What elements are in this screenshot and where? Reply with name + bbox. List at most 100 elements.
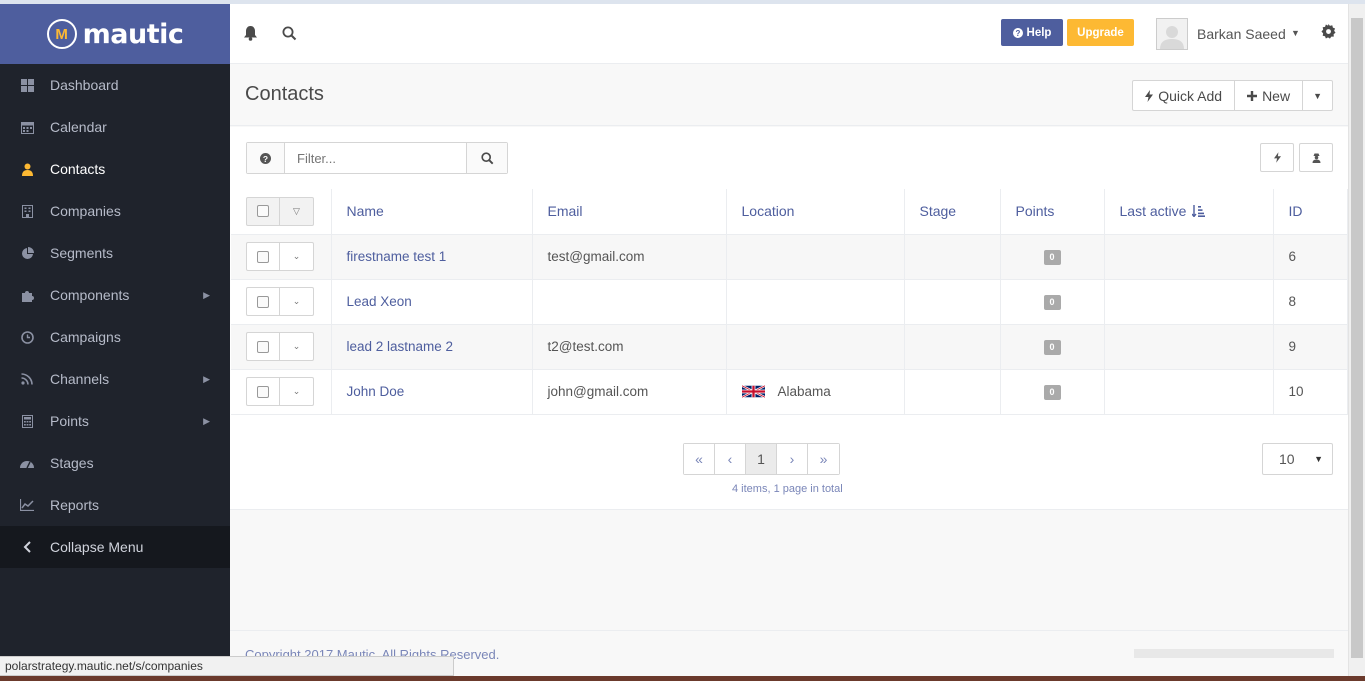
contact-points-cell: 0 xyxy=(1000,279,1105,325)
sort-amount-icon xyxy=(1191,205,1206,218)
sidebar-item-label: Channels xyxy=(50,371,110,387)
sidebar-item-companies[interactable]: Companies xyxy=(0,190,230,232)
clock-icon xyxy=(19,329,35,345)
last-page-button[interactable]: » xyxy=(808,444,839,474)
row-checkbox[interactable] xyxy=(247,378,281,405)
contact-last-active xyxy=(1104,234,1274,280)
chevron-down-icon[interactable]: ▽ xyxy=(280,198,313,225)
sidebar-nav: Dashboard Calendar Contacts Companies Se… xyxy=(0,64,230,568)
sidebar-item-campaigns[interactable]: Campaigns xyxy=(0,316,230,358)
row-checkbox[interactable] xyxy=(247,288,281,315)
row-select-cell: ⌄ xyxy=(231,234,332,280)
contact-name-link[interactable]: lead 2 lastname 2 xyxy=(331,324,533,370)
line-chart-icon xyxy=(19,497,35,513)
last-active-label: Last active xyxy=(1119,203,1187,220)
table-header-row: ▽ Name Email Location Stage Points Last … xyxy=(231,189,1348,235)
scrollbar-thumb[interactable] xyxy=(1351,18,1363,658)
sidebar-item-label: Points xyxy=(50,413,89,429)
points-badge: 0 xyxy=(1043,250,1061,265)
search-icon xyxy=(480,151,493,164)
sidebar-item-label: Dashboard xyxy=(50,77,119,93)
bolt-icon xyxy=(1273,152,1281,163)
sidebar-item-label: Segments xyxy=(50,245,114,261)
contact-points-cell: 0 xyxy=(1000,324,1105,370)
caret-down-icon: ▼ xyxy=(1314,454,1323,464)
filter-input[interactable] xyxy=(285,143,466,173)
prev-page-button[interactable]: ‹ xyxy=(715,444,746,474)
plus-icon xyxy=(1247,90,1258,101)
column-header-email[interactable]: Email xyxy=(532,189,727,235)
search-button[interactable] xyxy=(466,143,507,173)
sidebar-item-dashboard[interactable]: Dashboard xyxy=(0,64,230,106)
column-header-location[interactable]: Location xyxy=(726,189,905,235)
sidebar-item-contacts[interactable]: Contacts xyxy=(0,148,230,190)
chevron-down-icon[interactable]: ⌄ xyxy=(280,243,313,270)
chevron-down-icon[interactable]: ⌄ xyxy=(280,333,313,360)
chevron-down-icon[interactable]: ⌄ xyxy=(280,288,313,315)
user-name[interactable]: Barkan Saeed xyxy=(1197,26,1286,42)
current-page-button[interactable]: 1 xyxy=(746,444,777,474)
contacts-panel: ? ▽ Name Email Location Stage Points Las… xyxy=(230,127,1348,510)
table-row: ⌄ John Doe john@gmail.com Alabama 0 10 xyxy=(231,369,1348,415)
column-header-points[interactable]: Points xyxy=(1000,189,1105,235)
th-large-icon xyxy=(19,77,35,93)
next-page-button[interactable]: › xyxy=(777,444,808,474)
table-row: ⌄ Lead Xeon 0 8 xyxy=(231,279,1348,325)
avatar[interactable] xyxy=(1156,18,1188,50)
collapse-menu-button[interactable]: Collapse Menu xyxy=(0,526,230,568)
contact-name-link[interactable]: firestname test 1 xyxy=(331,234,533,280)
sidebar-item-reports[interactable]: Reports xyxy=(0,484,230,526)
quick-add-button[interactable]: Quick Add xyxy=(1133,81,1236,110)
contact-location xyxy=(726,279,905,325)
contact-name-link[interactable]: John Doe xyxy=(331,369,533,415)
column-header-name[interactable]: Name xyxy=(331,189,533,235)
sidebar-item-components[interactable]: Components ▶ xyxy=(0,274,230,316)
mautic-logo-icon: M xyxy=(46,19,77,49)
sidebar-item-channels[interactable]: Channels ▶ xyxy=(0,358,230,400)
contact-stage xyxy=(904,279,1001,325)
top-navbar: ? Help Upgrade Barkan Saeed ▼ xyxy=(230,4,1348,64)
chevron-down-icon[interactable]: ⌄ xyxy=(280,378,313,405)
row-checkbox[interactable] xyxy=(247,333,281,360)
sidebar-item-label: Calendar xyxy=(50,119,107,135)
question-circle-icon: ? xyxy=(1012,27,1023,38)
bell-icon[interactable] xyxy=(240,23,260,43)
sidebar-item-segments[interactable]: Segments xyxy=(0,232,230,274)
column-header-id[interactable]: ID xyxy=(1273,189,1348,235)
new-button[interactable]: New xyxy=(1235,81,1304,110)
gear-icon[interactable] xyxy=(1321,24,1336,42)
quick-filter-button[interactable] xyxy=(1260,143,1294,172)
chevron-left-icon xyxy=(19,539,35,555)
user-icon xyxy=(19,161,35,177)
chevron-right-icon: ▶ xyxy=(203,289,210,300)
contact-id: 6 xyxy=(1273,234,1348,280)
upgrade-button[interactable]: Upgrade xyxy=(1067,19,1134,46)
anonymous-toggle-button[interactable] xyxy=(1299,143,1333,172)
contact-email: test@gmail.com xyxy=(532,234,727,280)
contact-stage xyxy=(904,324,1001,370)
help-button[interactable]: ? Help xyxy=(1001,19,1063,46)
page-title: Contacts xyxy=(245,83,324,105)
sidebar-item-points[interactable]: Points ▶ xyxy=(0,400,230,442)
column-header-last-active[interactable]: Last active xyxy=(1104,189,1274,235)
search-icon[interactable] xyxy=(279,23,299,43)
per-page-select[interactable]: 10 ▼ xyxy=(1262,443,1333,475)
row-checkbox[interactable] xyxy=(247,243,281,270)
column-header-stage[interactable]: Stage xyxy=(904,189,1001,235)
quick-add-label: Quick Add xyxy=(1158,87,1223,104)
brand-logo[interactable]: M mautic xyxy=(0,4,230,64)
select-all-checkbox[interactable] xyxy=(247,197,281,225)
vertical-scrollbar[interactable] xyxy=(1348,4,1365,681)
question-circle-icon[interactable]: ? xyxy=(247,143,285,173)
first-page-button[interactable]: « xyxy=(684,444,715,474)
sidebar-item-stages[interactable]: Stages xyxy=(0,442,230,484)
select-all-cell: ▽ xyxy=(231,189,332,235)
more-actions-dropdown[interactable]: ▼ xyxy=(1303,81,1332,110)
sidebar-item-calendar[interactable]: Calendar xyxy=(0,106,230,148)
new-label: New xyxy=(1262,87,1291,104)
contact-email: t2@test.com xyxy=(532,324,727,370)
caret-down-icon[interactable]: ▼ xyxy=(1291,28,1300,38)
contact-name-link[interactable]: Lead Xeon xyxy=(331,279,533,325)
table-row: ⌄ firestname test 1 test@gmail.com 0 6 xyxy=(231,234,1348,280)
contact-location: Alabama xyxy=(777,383,831,399)
